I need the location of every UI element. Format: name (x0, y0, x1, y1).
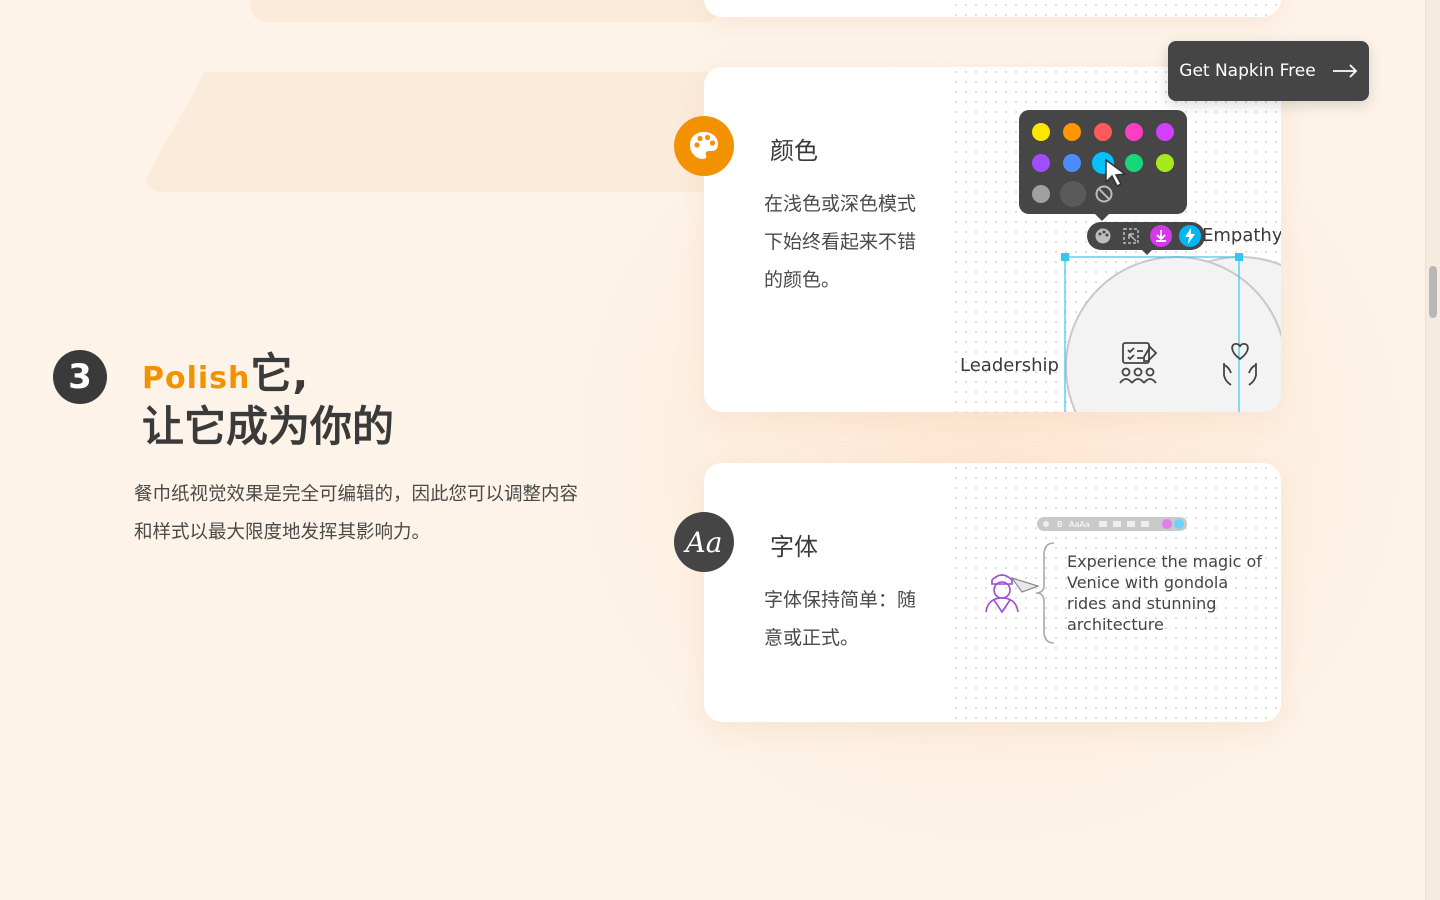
palette-small-icon[interactable] (1094, 227, 1112, 245)
text-toolbar: B AaAa (1037, 517, 1187, 531)
heading-line2: 让它成为你的 (142, 402, 395, 451)
diagram-label-right: Empathy (1202, 225, 1281, 246)
venn-diagram (1061, 253, 1281, 412)
font-aa-icon: Aa (674, 512, 734, 572)
popup-pointer (1095, 214, 1109, 221)
decorative-shape-top (250, 0, 720, 22)
color-swatch[interactable] (1032, 123, 1050, 141)
previous-feature-card (704, 0, 1281, 17)
get-napkin-free-button[interactable]: Get Napkin Free (1168, 41, 1369, 101)
color-swatch[interactable] (1063, 154, 1081, 172)
arrow-right-icon (1332, 64, 1357, 78)
color-swatch[interactable] (1156, 154, 1174, 172)
feature-description: 在浅色或深色模式下始终看起来不错的颜色。 (764, 193, 917, 291)
color-swatch[interactable] (1060, 181, 1086, 207)
scrollbar-thumb[interactable] (1429, 266, 1437, 318)
color-swatch[interactable] (1032, 154, 1050, 172)
palette-icon (674, 116, 734, 176)
feature-card-colors: 颜色 在浅色或深色模式下始终看起来不错的颜色。 Empathy Leadersh… (704, 67, 1281, 412)
cursor-icon (1105, 158, 1127, 188)
color-swatch[interactable] (1063, 123, 1081, 141)
svg-text:AaAa: AaAa (1069, 520, 1090, 529)
feature-description: 字体保持简单：随意或正式。 (764, 589, 917, 649)
download-icon[interactable] (1150, 225, 1172, 247)
color-palette-popup (1019, 110, 1187, 221)
heading-line1-rest: 它, (250, 349, 309, 398)
color-swatch[interactable] (1156, 123, 1174, 141)
heading-highlight: Polish (142, 361, 251, 396)
sample-text: Experience the magic of Venice with gond… (1067, 552, 1262, 634)
svg-text:B: B (1057, 520, 1063, 529)
feature-title: 字体 (770, 533, 818, 561)
color-swatch[interactable] (1032, 185, 1050, 203)
sparkle-icon[interactable] (1179, 225, 1201, 247)
bracket-shape (1035, 542, 1055, 644)
step-number-badge: 3 (53, 350, 107, 404)
color-swatch[interactable] (1125, 123, 1143, 141)
feature-title: 颜色 (770, 137, 818, 165)
diagram-label-left: Leadership (960, 355, 1059, 376)
dot-grid (951, 0, 1281, 17)
feature-card-fonts: 字体 字体保持简单：随意或正式。 B AaAa Experience the m… (704, 463, 1281, 722)
select-icon[interactable] (1122, 227, 1140, 245)
element-toolbar (1087, 222, 1205, 255)
scrollbar-track[interactable] (1425, 0, 1440, 900)
decorative-shape (145, 72, 745, 192)
cta-label: Get Napkin Free (1179, 61, 1316, 81)
color-swatch[interactable] (1094, 123, 1112, 141)
section-heading: Polish它, 让它成为你的 (142, 350, 394, 451)
section-description: 餐巾纸视觉效果是完全可编辑的，因此您可以调整内容和样式以最大限度地发挥其影响力。 (134, 484, 579, 543)
